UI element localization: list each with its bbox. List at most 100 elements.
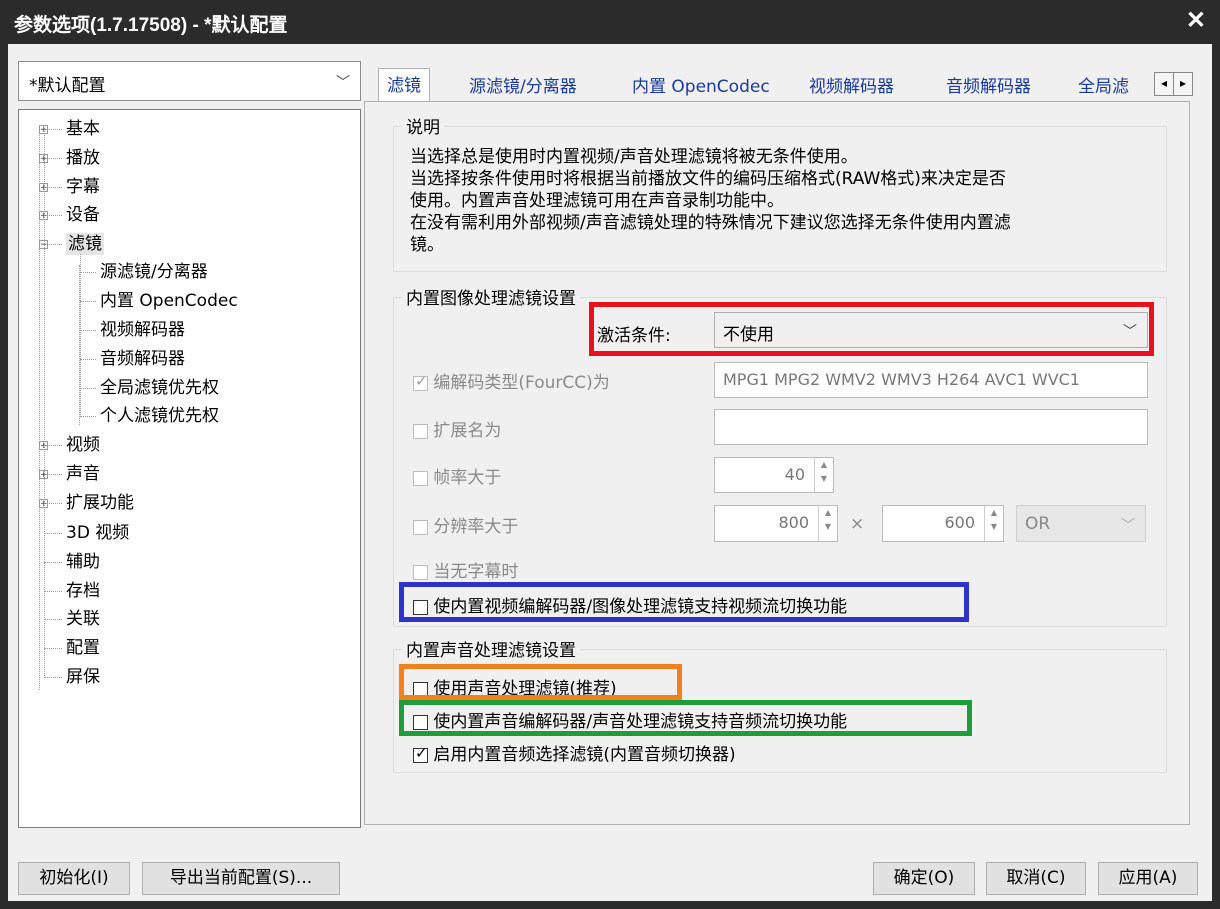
tree-item-label: 关联 [66, 609, 100, 629]
description-line: 在没有需利用外部视频/声音滤镜处理的特殊情况下建议您选择无条件使用内置滤 [410, 213, 1011, 233]
extension-label: 扩展名为 [433, 421, 502, 441]
tab-video-decoder[interactable]: 视频解码器 [809, 72, 894, 97]
tree-item[interactable]: 源滤镜/分离器 [100, 261, 208, 283]
resolution-label: 分辨率大于 [433, 517, 519, 537]
tree-item-label: 3D 视频 [66, 523, 130, 543]
tree-item-label: 音频解码器 [100, 349, 185, 369]
tree-item[interactable]: 滤镜 [66, 233, 104, 255]
tree-item-label: 设备 [66, 205, 100, 225]
ok-button[interactable]: 确定(O) [873, 862, 975, 895]
spinner-icon[interactable]: ▲ ▼ [818, 506, 837, 541]
close-icon[interactable]: ✕ [1186, 6, 1206, 35]
tree-item-label: 源滤镜/分离器 [100, 262, 208, 282]
tree-item[interactable]: 设备 [66, 204, 100, 226]
init-button[interactable]: 初始化(I) [18, 862, 130, 895]
tree-item-label: 播放 [66, 148, 100, 168]
resolution-checkbox[interactable]: 分辨率大于 [413, 512, 518, 537]
description-line: 当选择总是使用时内置视频/声音处理滤镜将被无条件使用。 [410, 147, 858, 167]
resolution-width-input[interactable]: 800 ▲ ▼ [714, 505, 838, 542]
tree-item[interactable]: 内置 OpenCodec [100, 290, 238, 312]
tree-item[interactable]: 配置 [66, 637, 100, 659]
tree-item[interactable]: 音频解码器 [100, 348, 185, 370]
tree-item-label: 全局滤镜优先权 [100, 378, 219, 398]
tree-item[interactable]: 3D 视频 [66, 522, 129, 544]
apply-button[interactable]: 应用(A) [1098, 862, 1198, 895]
tree-item-label: 内置 OpenCodec [100, 291, 238, 311]
tree-item-label: 滤镜 [68, 234, 102, 254]
tree-item[interactable]: 个人滤镜优先权 [100, 405, 219, 427]
checkbox-icon [413, 423, 428, 439]
profile-select[interactable]: *默认配置 ﹀ [18, 61, 361, 101]
video-filter-group-title: 内置图像处理滤镜设置 [402, 284, 580, 309]
tree-item[interactable]: 视频解码器 [100, 319, 185, 341]
tree-item[interactable]: 全局滤镜优先权 [100, 377, 219, 399]
chevron-down-icon: ﹀ [336, 75, 350, 91]
tree-item[interactable]: 辅助 [66, 551, 100, 573]
checkbox-icon [413, 564, 428, 580]
tree-item-label: 配置 [66, 638, 100, 658]
framerate-label: 帧率大于 [433, 468, 502, 488]
tab-filters[interactable]: 滤镜 [378, 68, 430, 104]
tab-strip: 滤镜 源滤镜/分离器 内置 OpenCodec 视频解码器 音频解码器 全局滤 … [364, 56, 1193, 104]
spinner-icon[interactable]: ▲ ▼ [814, 458, 833, 492]
framerate-checkbox[interactable]: 帧率大于 [413, 463, 501, 488]
audio-filter-group-title: 内置声音处理滤镜设置 [402, 636, 580, 661]
checkbox-icon: ✓ [413, 743, 428, 763]
tab-opencodec[interactable]: 内置 OpenCodec [632, 72, 770, 97]
tab-scroll-right-icon[interactable]: ▸ [1173, 72, 1193, 96]
export-config-button[interactable]: 导出当前配置(S)... [142, 862, 340, 895]
tree-item-label: 屏保 [66, 667, 100, 687]
tree-item-label: 个人滤镜优先权 [100, 406, 219, 426]
tree-item-label: 辅助 [66, 552, 100, 572]
tree-item[interactable]: 声音 [66, 463, 100, 485]
checkbox-icon [413, 519, 428, 535]
tree-item[interactable]: 播放 [66, 147, 100, 169]
resolution-height-input[interactable]: 600 ▲ ▼ [882, 505, 1004, 542]
tab-audio-decoder[interactable]: 音频解码器 [946, 72, 1031, 97]
spinner-icon[interactable]: ▲ ▼ [984, 506, 1003, 541]
description-line: 当选择按条件使用时将根据当前播放文件的编码压缩格式(RAW格式)来决定是否 [410, 169, 1006, 189]
tree-item[interactable]: 视频 [66, 434, 100, 456]
description-title: 说明 [402, 113, 444, 138]
highlight-green [399, 700, 972, 736]
tree-item-label: 存档 [66, 581, 100, 601]
tree-item-label: 基本 [66, 119, 100, 139]
highlight-blue [399, 582, 969, 622]
tree-item-label: 视频解码器 [100, 320, 185, 340]
window-title: 参数选项(1.7.17508) - *默认配置 [14, 15, 288, 36]
extension-checkbox[interactable]: 扩展名为 [413, 416, 501, 441]
description-line: 镜。 [410, 235, 444, 255]
tab-scroll-left-icon[interactable]: ◂ [1154, 72, 1174, 96]
fourcc-input[interactable]: MPG1 MPG2 WMV2 WMV3 H264 AVC1 WVC1 [714, 362, 1148, 398]
fourcc-label: 编解码类型(FourCC)为 [433, 373, 610, 393]
tree-item-label: 字幕 [66, 177, 100, 197]
title-bar: 参数选项(1.7.17508) - *默认配置 ✕ [0, 0, 1220, 44]
tree-item[interactable]: 屏保 [66, 666, 100, 688]
profile-select-value: *默认配置 [29, 76, 106, 96]
no-subtitle-label: 当无字幕时 [433, 562, 519, 582]
tab-global[interactable]: 全局滤 [1078, 72, 1129, 97]
tree-item[interactable]: 扩展功能 [66, 492, 134, 514]
description-text: 当选择总是使用时内置视频/声音处理滤镜将被无条件使用。 当选择按条件使用时将根据… [410, 146, 1011, 256]
checkbox-icon: ✓ [413, 371, 428, 391]
no-subtitle-checkbox[interactable]: 当无字幕时 [413, 557, 518, 582]
tree-item[interactable]: 基本 [66, 118, 100, 140]
highlight-orange [399, 664, 682, 700]
framerate-input[interactable]: 40 ▲ ▼ [714, 457, 834, 493]
audio-selector-label: 启用内置音频选择滤镜(内置音频切换器) [433, 745, 736, 765]
fourcc-checkbox[interactable]: ✓ 编解码类型(FourCC)为 [413, 368, 610, 393]
description-line: 使用。内置声音处理滤镜可用在声音录制功能中。 [410, 191, 784, 211]
extension-input[interactable] [714, 409, 1148, 445]
tab-source-filters[interactable]: 源滤镜/分离器 [469, 72, 577, 97]
times-sign: × [850, 514, 865, 534]
resolution-operator-select[interactable]: OR ﹀ [1016, 505, 1146, 542]
tree-item-label: 视频 [66, 435, 100, 455]
tree-item[interactable]: 关联 [66, 608, 100, 630]
audio-selector-checkbox[interactable]: ✓ 启用内置音频选择滤镜(内置音频切换器) [413, 740, 736, 765]
tree-item[interactable]: 字幕 [66, 176, 100, 198]
cancel-button[interactable]: 取消(C) [986, 862, 1086, 895]
tree-item-label: 声音 [66, 464, 100, 484]
chevron-down-icon: ﹀ [1121, 518, 1135, 534]
highlight-red [589, 302, 1154, 356]
tree-item[interactable]: 存档 [66, 580, 100, 602]
